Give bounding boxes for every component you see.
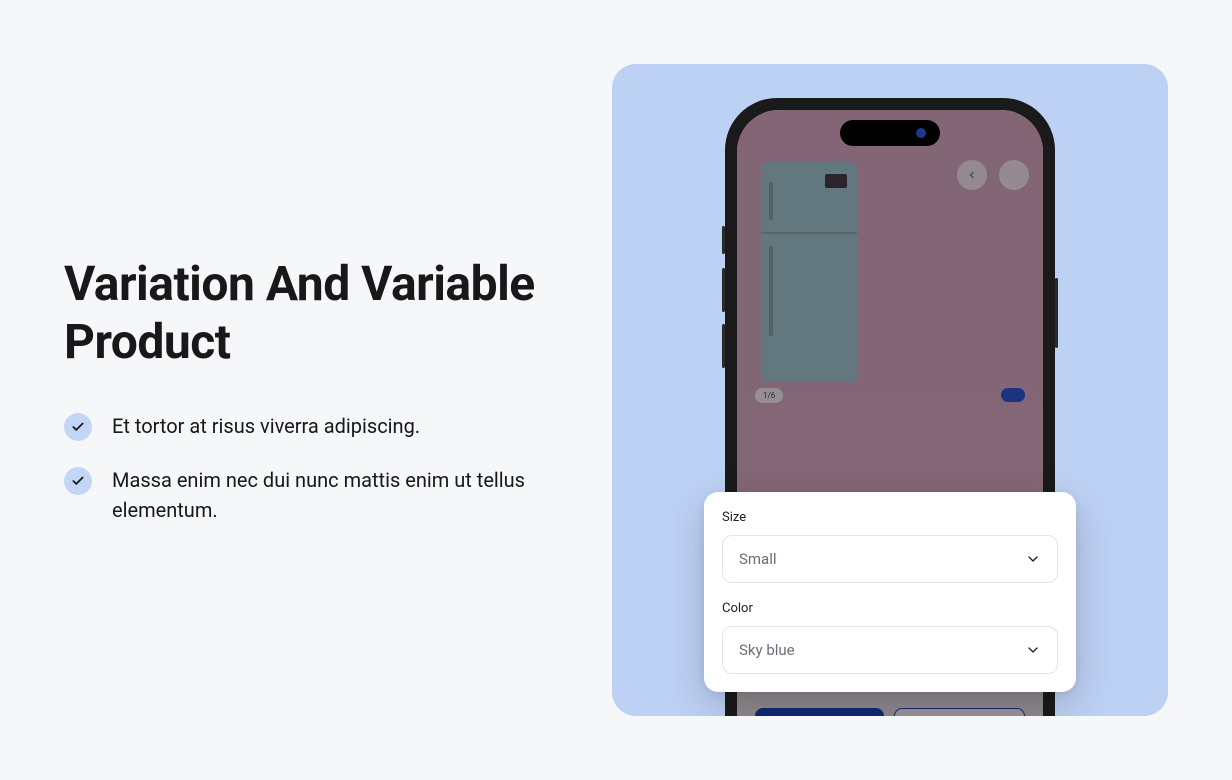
bullet-list: Et tortor at risus viverra adipiscing. M… <box>64 411 552 525</box>
field-label: Color <box>722 601 1058 616</box>
phone-side-button <box>722 226 725 254</box>
bullet-text: Massa enim nec dui nunc mattis enim ut t… <box>112 465 552 525</box>
variation-popover: Size Small Color Sky blue <box>704 492 1076 692</box>
feature-section: Variation And Variable Product Et tortor… <box>0 0 1232 780</box>
check-icon <box>64 467 92 495</box>
color-select[interactable]: Sky blue <box>722 626 1058 674</box>
dynamic-island <box>840 120 940 146</box>
select-value: Sky blue <box>739 641 795 659</box>
bullet-item: Et tortor at risus viverra adipiscing. <box>64 411 552 441</box>
field-label: Size <box>722 510 1058 525</box>
mockup-panel: 1/6 Variation Size <box>612 64 1168 716</box>
text-column: Variation And Variable Product Et tortor… <box>64 255 552 524</box>
phone-side-button <box>722 268 725 312</box>
size-select[interactable]: Small <box>722 535 1058 583</box>
chevron-down-icon <box>1025 551 1041 567</box>
bullet-item: Massa enim nec dui nunc mattis enim ut t… <box>64 465 552 525</box>
check-icon <box>64 413 92 441</box>
section-heading: Variation And Variable Product <box>64 255 552 370</box>
chevron-down-icon <box>1025 642 1041 658</box>
select-value: Small <box>739 550 777 568</box>
color-field: Color Sky blue <box>722 601 1058 674</box>
bullet-text: Et tortor at risus viverra adipiscing. <box>112 411 420 441</box>
phone-side-button <box>722 324 725 368</box>
phone-side-button <box>1055 278 1058 348</box>
size-field: Size Small <box>722 510 1058 583</box>
